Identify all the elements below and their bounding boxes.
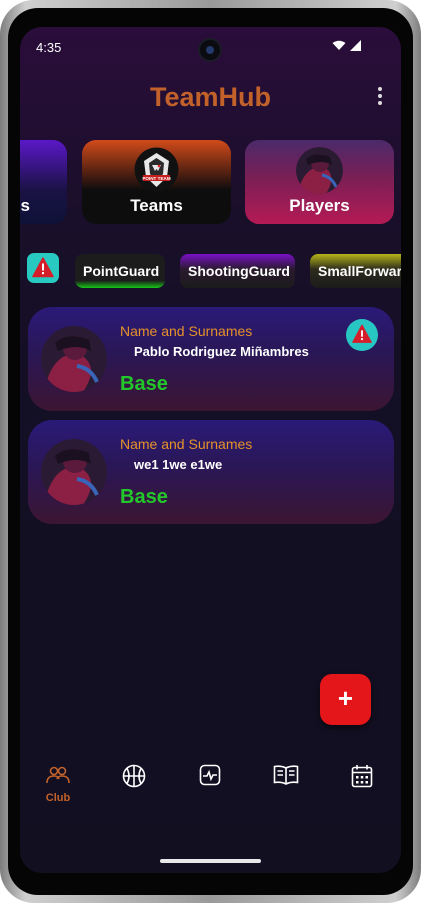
nav-item-basketball[interactable] <box>104 764 164 820</box>
player-warning-badge[interactable] <box>346 319 378 351</box>
warning-icon <box>352 324 372 343</box>
player-position: Base <box>120 486 168 508</box>
nav-item-calendar[interactable] <box>332 764 392 820</box>
player-silhouette-image <box>296 147 343 194</box>
filter-chip-shootingguard[interactable]: ShootingGuard <box>180 254 295 288</box>
calendar-icon <box>351 765 373 788</box>
more-vertical-icon[interactable] <box>375 87 385 107</box>
team-logo: POINT TEAM <box>134 147 179 192</box>
bottom-navigation: Club <box>20 752 401 832</box>
section-card-label: s <box>20 196 30 215</box>
player-name: we1 1we e1we <box>134 457 223 472</box>
activity-icon <box>199 764 221 786</box>
section-card-label: Teams <box>130 196 183 215</box>
section-card-teams[interactable]: POINT TEAM Teams <box>82 140 231 224</box>
team-logo-text: POINT TEAM <box>142 176 171 181</box>
nav-item-activity[interactable] <box>180 764 240 820</box>
player-avatar <box>41 439 107 505</box>
player-card[interactable]: Name and Surnames we1 1we e1we Base <box>28 420 394 524</box>
player-card[interactable]: Name and Surnames Pablo Rodriguez Miñamb… <box>28 307 394 411</box>
position-filter-bar[interactable]: PointGuard ShootingGuard SmallForward <box>20 252 401 292</box>
wifi-icon <box>332 40 346 50</box>
status-bar: 4:35 <box>20 27 401 67</box>
nav-item-club[interactable]: Club <box>28 764 88 820</box>
book-icon <box>273 765 299 785</box>
status-time: 4:35 <box>36 40 62 55</box>
player-position: Base <box>120 373 168 395</box>
add-player-button[interactable]: + <box>320 674 371 725</box>
app-screen: 4:35 TeamHub s POINT TEAM Teams Players … <box>20 27 401 873</box>
basketball-icon <box>122 764 146 788</box>
section-card-label: Players <box>289 196 350 215</box>
nav-label-club: Club <box>45 792 71 804</box>
player-name-label: Name and Surnames <box>120 323 253 339</box>
section-card-partial[interactable]: s <box>20 140 67 224</box>
status-icons <box>332 40 361 51</box>
app-title: TeamHub <box>149 82 271 112</box>
player-name-label: Name and Surnames <box>120 436 253 452</box>
signal-icon <box>350 40 361 51</box>
filter-chip-pointguard[interactable]: PointGuard <box>75 254 165 288</box>
warning-filter-chip[interactable] <box>27 253 59 283</box>
home-indicator[interactable] <box>160 859 261 863</box>
section-card-players[interactable]: Players <box>245 140 394 224</box>
warning-icon <box>32 257 54 278</box>
filter-chip-smallforward[interactable]: SmallForward <box>310 254 401 288</box>
section-cards-carousel[interactable]: s POINT TEAM Teams Players <box>20 140 401 225</box>
player-avatar <box>41 326 107 392</box>
club-icon <box>46 766 70 784</box>
player-name: Pablo Rodriguez Miñambres <box>134 344 309 359</box>
nav-item-playbook[interactable] <box>256 764 316 820</box>
front-camera <box>198 38 222 62</box>
